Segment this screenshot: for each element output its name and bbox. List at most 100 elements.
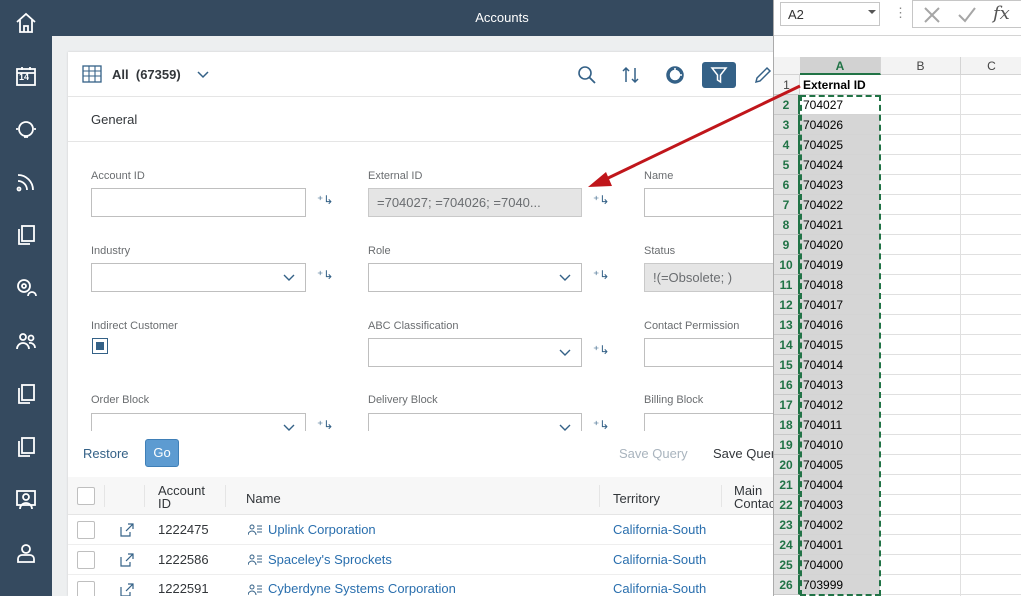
row-header[interactable]: 19 [774,435,800,455]
indirect-customer-checkbox[interactable] [92,338,108,354]
order-block-select[interactable] [91,413,306,431]
open-link-icon[interactable] [119,523,135,538]
value-help-icon[interactable]: ⁺↳ [317,193,333,207]
row-header[interactable]: 6 [774,175,800,195]
row-header[interactable]: 15 [774,355,800,375]
territory-link[interactable]: California-South [613,522,706,537]
value-help-icon[interactable]: ⁺↳ [317,418,333,432]
go-button[interactable]: Go [145,439,179,467]
row-header[interactable]: 21 [774,475,800,495]
account-name-link[interactable]: Uplink Corporation [268,522,376,537]
row-header[interactable]: 12 [774,295,800,315]
row-checkbox[interactable] [77,581,95,596]
open-link-icon[interactable] [119,553,135,568]
save-query-as-button[interactable]: Save Quer [713,446,775,461]
account-id-cell: 1222475 [158,522,209,537]
save-query-button[interactable]: Save Query [619,446,688,461]
value-help-icon[interactable]: ⁺↳ [593,193,609,207]
name-box[interactable]: A2 [780,2,880,26]
more-icon[interactable]: ⋮ [894,5,907,21]
open-link-icon[interactable] [119,583,135,596]
territory-link[interactable]: California-South [613,581,706,596]
documents-icon[interactable] [13,222,39,248]
row-header[interactable]: 23 [774,515,800,535]
table-row[interactable]: 1222591 Cyberdyne Systems Corporation Ca… [68,575,782,596]
row-header[interactable]: 10 [774,255,800,275]
industry-select[interactable] [91,263,306,292]
home-icon[interactable] [13,10,39,36]
table-row[interactable]: 1222475 Uplink Corporation California-So… [68,515,782,545]
account-name-link[interactable]: Cyberdyne Systems Corporation [268,581,456,596]
row-header[interactable]: 2 [774,95,800,115]
name-input[interactable] [644,188,782,217]
row-header[interactable]: 9 [774,235,800,255]
row-header[interactable]: 13 [774,315,800,335]
row-header[interactable]: 4 [774,135,800,155]
tab-general[interactable]: General [91,112,137,127]
variant-selector[interactable]: All (67359) [112,67,181,82]
name-box-dropdown-icon[interactable] [868,10,876,14]
select-all-checkbox[interactable] [77,487,95,505]
team-icon[interactable] [13,487,39,513]
row-checkbox[interactable] [77,521,95,539]
row-header[interactable]: 5 [774,155,800,175]
chart-button[interactable] [658,62,692,88]
billing-block-select[interactable] [644,413,782,431]
row-header[interactable]: 7 [774,195,800,215]
row-header[interactable]: 24 [774,535,800,555]
external-id-input[interactable]: =704027; =704026; =7040... [368,188,582,217]
support-icon[interactable] [13,116,39,142]
copy-icon[interactable] [13,434,39,460]
table-view-icon[interactable] [82,65,102,85]
contacts-icon[interactable] [13,328,39,354]
calendar-icon[interactable]: 14 [13,63,39,89]
row-header[interactable]: 14 [774,335,800,355]
filter-button[interactable] [702,62,736,88]
row-header[interactable]: 16 [774,375,800,395]
column-header-c[interactable]: C [961,57,1021,75]
row-header[interactable]: 1 [774,75,800,95]
account-name-link[interactable]: Spaceley's Sprockets [268,552,392,567]
row-header[interactable]: 3 [774,115,800,135]
value-help-icon[interactable]: ⁺↳ [317,268,333,282]
user-icon[interactable] [13,540,39,566]
col-account-id[interactable]: Account ID [158,484,205,510]
restore-button[interactable]: Restore [83,446,129,461]
contact-permission-input[interactable] [644,338,782,367]
row-header[interactable]: 11 [774,275,800,295]
column-header-a[interactable]: A [800,57,881,75]
row-header[interactable]: 26 [774,575,800,595]
abc-classification-select[interactable] [368,338,582,367]
row-header[interactable]: 22 [774,495,800,515]
value-help-icon[interactable]: ⁺↳ [593,343,609,357]
chevron-down-icon[interactable] [196,67,210,81]
enter-check-icon[interactable] [957,6,977,24]
column-header-b[interactable]: B [881,57,961,75]
col-territory[interactable]: Territory [613,491,660,506]
search-button[interactable] [570,62,604,88]
row-header[interactable]: 17 [774,395,800,415]
col-main-contact[interactable]: Main Contac [734,484,775,510]
account-id-input[interactable] [91,188,306,217]
cancel-icon[interactable] [923,6,941,24]
delivery-block-select[interactable] [368,413,582,431]
row-header[interactable]: 25 [774,555,800,575]
table-row[interactable]: 1222586 Spaceley's Sprockets California-… [68,545,782,575]
settings-people-icon[interactable] [13,275,39,301]
row-header[interactable]: 20 [774,455,800,475]
value-help-icon[interactable]: ⁺↳ [593,418,609,432]
status-input[interactable]: !(=Obsolete; ) [644,263,782,292]
sort-button[interactable] [614,62,648,88]
col-name[interactable]: Name [246,491,281,506]
row-header[interactable]: 8 [774,215,800,235]
grid-line [880,394,1021,395]
row-header[interactable]: 18 [774,415,800,435]
row-checkbox[interactable] [77,551,95,569]
feed-icon[interactable] [13,169,39,195]
role-select[interactable] [368,263,582,292]
cell-header[interactable]: External ID [800,75,880,95]
territory-link[interactable]: California-South [613,552,706,567]
value-help-icon[interactable]: ⁺↳ [593,268,609,282]
insert-function-icon[interactable]: fx [993,3,1010,24]
copy-icon[interactable] [13,381,39,407]
